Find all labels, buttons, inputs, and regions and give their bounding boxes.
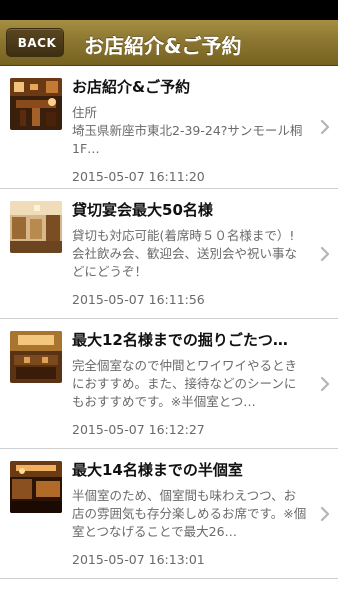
chevron-right-icon [320, 119, 330, 135]
article-list: お店紹介&ご予約 住所 埼玉県新座市東北2-39-24?サンモール桐1F… 20… [0, 66, 338, 579]
item-title: 貸切宴会最大50名様 [72, 201, 213, 219]
back-button[interactable]: BACK [6, 28, 64, 57]
item-date: 2015-05-07 16:12:27 [72, 422, 205, 437]
semi-private-room-photo [10, 461, 62, 513]
chevron-right-icon [320, 506, 330, 522]
list-item[interactable]: お店紹介&ご予約 住所 埼玉県新座市東北2-39-24?サンモール桐1F… 20… [0, 66, 338, 189]
list-item[interactable]: 最大14名様までの半個室 半個室のため、個室間も味わえつつ、お店の雰囲気も存分楽… [0, 449, 338, 579]
list-item[interactable]: 最大12名様までの掘りごたつ… 完全個室なので仲間とワイワイやるときにおすすめ。… [0, 319, 338, 449]
private-room-photo [10, 331, 62, 383]
item-title: 最大14名様までの半個室 [72, 461, 243, 479]
dining-room-photo [10, 201, 62, 253]
item-date: 2015-05-07 16:13:01 [72, 552, 205, 567]
restaurant-interior-photo [10, 78, 62, 130]
item-date: 2015-05-07 16:11:56 [72, 292, 205, 307]
item-title: お店紹介&ご予約 [72, 78, 191, 96]
list-item[interactable]: 貸切宴会最大50名様 貸切も対応可能(着席時５０名様まで）! 会社飲み会、歓迎会… [0, 189, 338, 319]
item-description: 半個室のため、個室間も味わえつつ、お店の雰囲気も存分楽しめるお席です。※個室とつ… [72, 488, 307, 539]
item-description: 貸切も対応可能(着席時５０名様まで）! 会社飲み会、歓迎会、送別会や祝い事などに… [72, 228, 298, 279]
status-bar [0, 0, 338, 20]
item-title: 最大12名様までの掘りごたつ… [72, 331, 288, 349]
chevron-right-icon [320, 246, 330, 262]
item-description: 完全個室なので仲間とワイワイやるときにおすすめ。また、接待などのシーンにもおすす… [72, 358, 298, 409]
back-button-label: BACK [17, 35, 57, 50]
chevron-right-icon [320, 376, 330, 392]
page-title: お店紹介&ご予約 [84, 34, 242, 58]
item-description: 住所 埼玉県新座市東北2-39-24?サンモール桐1F… [72, 105, 303, 156]
navigation-bar: BACK お店紹介&ご予約 [0, 20, 338, 66]
